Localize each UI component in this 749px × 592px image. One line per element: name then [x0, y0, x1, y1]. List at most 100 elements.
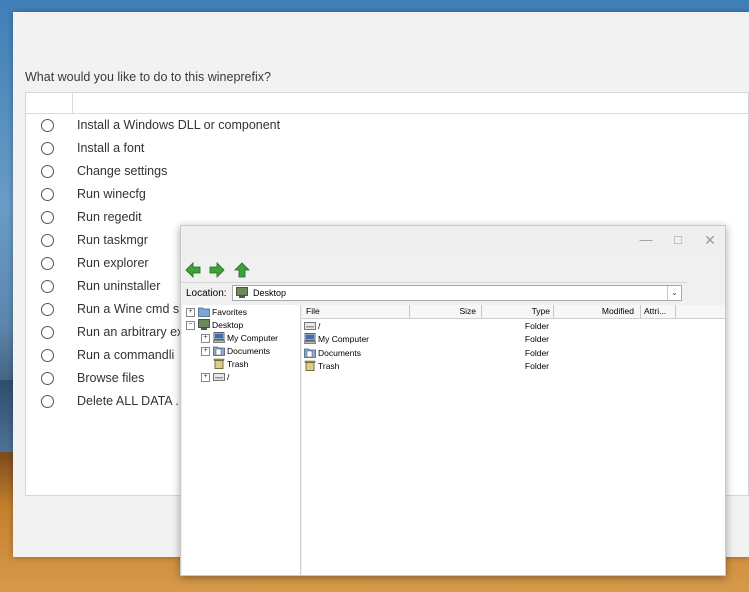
option-label: Browse files: [77, 371, 145, 385]
column-separator[interactable]: [409, 305, 410, 318]
column-header-size[interactable]: Size: [412, 306, 476, 318]
tree-label: My Computer: [227, 333, 279, 343]
folder-tree: + Favorites − Desktop + My Computer + Do…: [182, 305, 301, 575]
back-icon[interactable]: [185, 262, 201, 278]
collapse-icon[interactable]: −: [186, 321, 195, 330]
option-label: Run a commandli: [77, 348, 175, 362]
expand-icon[interactable]: +: [186, 308, 195, 317]
up-icon[interactable]: [234, 262, 250, 278]
option-label: Run uninstaller: [77, 279, 161, 293]
tree-item-my-computer[interactable]: + My Computer: [182, 332, 300, 345]
maximize-icon[interactable]: □: [671, 233, 685, 247]
documents-icon: [304, 348, 316, 358]
file-row-root[interactable]: / Folder: [302, 320, 725, 333]
radio-button[interactable]: [41, 119, 54, 132]
column-separator[interactable]: [553, 305, 554, 318]
location-value: Desktop: [253, 288, 287, 298]
chevron-down-icon[interactable]: ⌄: [667, 286, 681, 300]
column-header-type[interactable]: Type: [484, 306, 550, 318]
desktop-icon: [198, 319, 210, 330]
file-row-my-computer[interactable]: My Computer Folder: [302, 333, 725, 346]
file-browser-titlebar[interactable]: — □ ✕: [181, 226, 725, 256]
column-separator[interactable]: [481, 305, 482, 318]
tree-label: Favorites: [212, 307, 247, 317]
radio-button[interactable]: [41, 188, 54, 201]
drive-icon: [304, 322, 316, 330]
tree-label: /: [227, 372, 230, 382]
column-separator[interactable]: [72, 93, 73, 113]
radio-button[interactable]: [41, 349, 54, 362]
location-label: Location:: [186, 288, 227, 299]
forward-icon[interactable]: [209, 262, 225, 278]
tree-item-desktop[interactable]: − Desktop: [182, 319, 300, 332]
file-list-header: File Size Type Modified Attri...: [302, 305, 725, 319]
option-label: Run winecfg: [77, 187, 146, 201]
column-header-file[interactable]: File: [306, 306, 320, 318]
location-combobox[interactable]: Desktop ⌄: [232, 285, 682, 301]
file-type: Folder: [524, 348, 549, 358]
file-type: Folder: [524, 321, 549, 331]
expand-icon[interactable]: +: [201, 347, 210, 356]
tree-label: Documents: [227, 346, 270, 356]
radio-button[interactable]: [41, 234, 54, 247]
radio-button[interactable]: [41, 257, 54, 270]
file-type: Folder: [524, 361, 549, 371]
file-name: /: [318, 321, 321, 331]
close-icon[interactable]: ✕: [703, 233, 717, 247]
option-label: Install a font: [77, 141, 145, 155]
tree-item-trash[interactable]: Trash: [182, 358, 300, 371]
file-row-documents[interactable]: Documents Folder: [302, 347, 725, 360]
column-header-attributes[interactable]: Attri...: [644, 306, 666, 318]
trash-icon: [213, 358, 225, 369]
file-name: My Computer: [318, 334, 370, 344]
list-header: [26, 93, 748, 114]
file-row-trash[interactable]: Trash Folder: [302, 360, 725, 373]
option-install-dll[interactable]: Install a Windows DLL or component: [26, 115, 749, 138]
computer-icon: [213, 332, 225, 343]
file-name: Documents: [318, 348, 361, 358]
option-install-font[interactable]: Install a font: [26, 138, 749, 161]
desktop-icon: [236, 287, 248, 298]
tree-label: Trash: [227, 359, 249, 369]
file-browser-window: — □ ✕ Location: Desktop ⌄ + Favorites − …: [180, 225, 726, 576]
option-label: Run regedit: [77, 210, 142, 224]
file-name: Trash: [318, 361, 340, 371]
option-label: Install a Windows DLL or component: [77, 118, 281, 132]
tree-item-documents[interactable]: + Documents: [182, 345, 300, 358]
radio-button[interactable]: [41, 142, 54, 155]
prompt-label: What would you like to do to this winepr…: [25, 70, 271, 84]
location-bar: Location: Desktop ⌄: [181, 284, 725, 304]
option-label: Run taskmgr: [77, 233, 148, 247]
option-label: Run a Wine cmd s: [77, 302, 180, 316]
option-change-settings[interactable]: Change settings: [26, 161, 749, 184]
option-run-winecfg[interactable]: Run winecfg: [26, 184, 749, 207]
column-header-modified[interactable]: Modified: [556, 306, 634, 318]
radio-button[interactable]: [41, 395, 54, 408]
expand-icon[interactable]: +: [201, 334, 210, 343]
radio-button[interactable]: [41, 165, 54, 178]
toolbar: [181, 258, 687, 283]
minimize-icon[interactable]: —: [639, 233, 653, 247]
radio-button[interactable]: [41, 372, 54, 385]
file-list: File Size Type Modified Attri... / Folde…: [302, 305, 725, 575]
radio-button[interactable]: [41, 211, 54, 224]
tree-item-root[interactable]: + /: [182, 371, 300, 384]
option-label: Change settings: [77, 164, 168, 178]
window-title-strip: [13, 12, 749, 62]
tree-label: Desktop: [212, 320, 244, 330]
expand-icon[interactable]: +: [201, 373, 210, 382]
file-type: Folder: [524, 334, 549, 344]
column-separator[interactable]: [675, 305, 676, 318]
computer-icon: [304, 333, 316, 344]
documents-icon: [213, 346, 225, 356]
column-separator[interactable]: [640, 305, 641, 318]
trash-icon: [304, 360, 316, 371]
radio-button[interactable]: [41, 326, 54, 339]
tree-item-favorites[interactable]: + Favorites: [182, 306, 300, 319]
option-label: Run an arbitrary ex: [77, 325, 184, 339]
radio-button[interactable]: [41, 280, 54, 293]
folder-icon: [198, 307, 210, 317]
radio-button[interactable]: [41, 303, 54, 316]
option-label: Run explorer: [77, 256, 149, 270]
option-label: Delete ALL DATA .: [77, 394, 179, 408]
